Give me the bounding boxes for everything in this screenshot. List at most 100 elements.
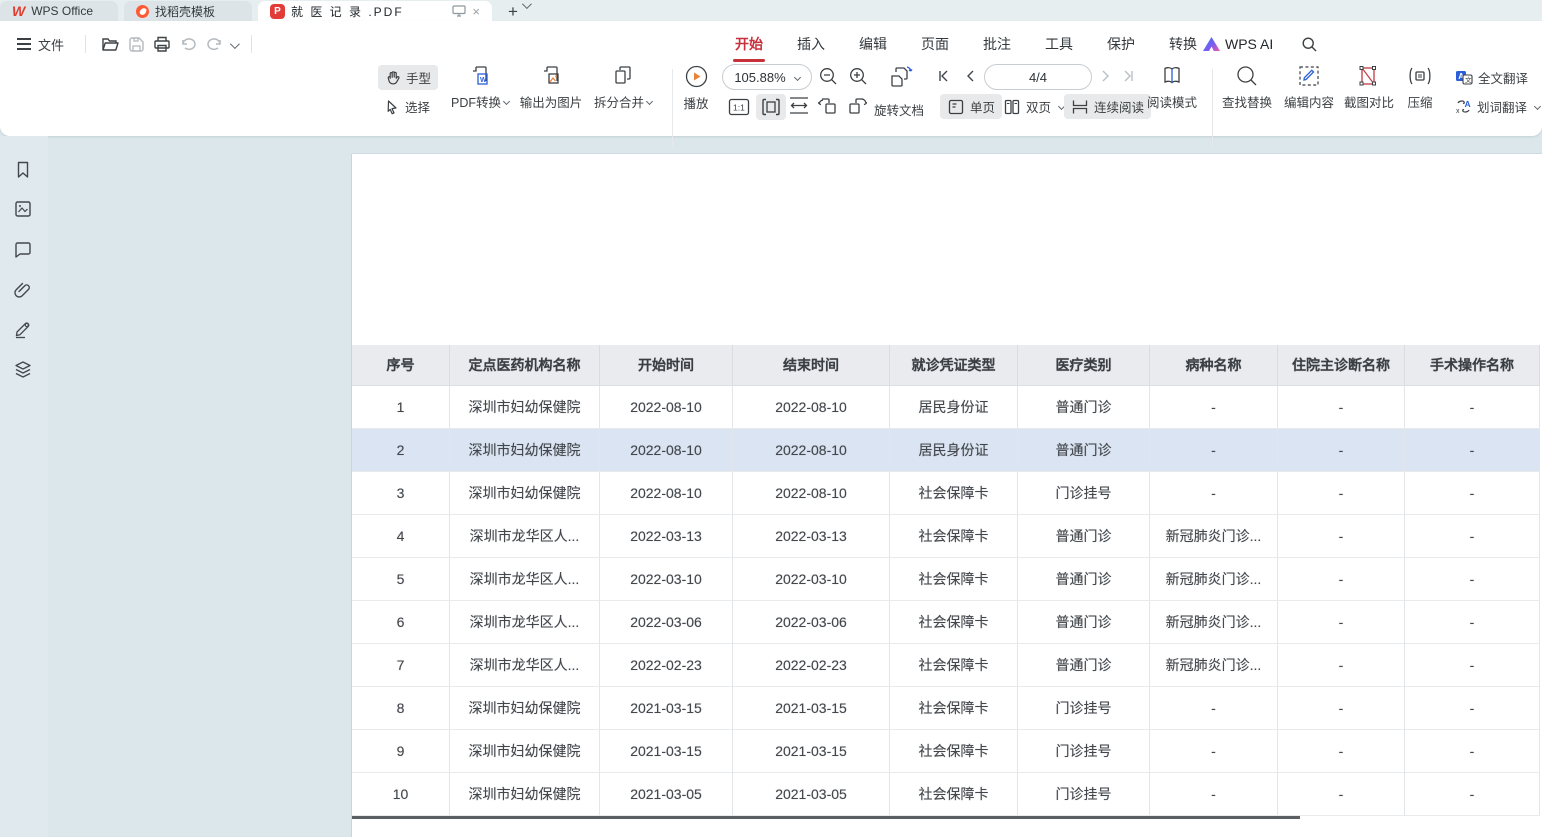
redo-icon[interactable]	[204, 34, 224, 54]
tab-document-pdf[interactable]: P 就 医 记 录 .PDF ×	[258, 1, 492, 21]
table-cell: -	[1150, 472, 1278, 515]
first-page-button[interactable]	[936, 69, 950, 83]
table-row[interactable]: 4深圳市龙华区人...2022-03-132022-03-13社会保障卡普通门诊…	[352, 515, 1541, 558]
tab-docer-templates[interactable]: 找稻壳模板	[124, 1, 252, 21]
tab-convert[interactable]: 转换	[1167, 30, 1199, 58]
compress-button[interactable]: 压缩	[1398, 64, 1442, 111]
word-translate-button[interactable]: xA 划词翻译	[1448, 94, 1542, 119]
table-row[interactable]: 9深圳市妇幼保健院2021-03-152021-03-15社会保障卡门诊挂号--…	[352, 730, 1541, 773]
table-row[interactable]: 3深圳市妇幼保健院2022-08-102022-08-10社会保障卡门诊挂号--…	[352, 472, 1541, 515]
table-cell: 新冠肺炎门诊...	[1150, 558, 1278, 601]
split-merge-label: 拆分合并	[594, 92, 652, 111]
read-mode-button[interactable]: 阅读模式	[1141, 64, 1203, 111]
edit-content-button[interactable]: 编辑内容	[1280, 64, 1338, 111]
table-cell: -	[1278, 601, 1405, 644]
export-image-button[interactable]: 输出为图片	[516, 64, 586, 111]
play-button[interactable]: 播放	[678, 64, 714, 112]
file-menu-button[interactable]: 文件	[10, 32, 71, 57]
table-cell: 2021-03-05	[733, 773, 890, 816]
table-header-cell: 就诊凭证类型	[890, 345, 1018, 386]
fit-page-button[interactable]	[756, 94, 786, 120]
tab-tools[interactable]: 工具	[1043, 30, 1075, 58]
double-page-button[interactable]: 双页	[996, 94, 1071, 119]
table-row[interactable]: 2深圳市妇幼保健院2022-08-102022-08-10居民身份证普通门诊--…	[352, 429, 1541, 472]
prev-page-button[interactable]	[964, 69, 976, 83]
screenshot-compare-button[interactable]: 截图对比	[1340, 64, 1398, 111]
rotate-left-button[interactable]	[818, 96, 839, 116]
rotate-doc-button[interactable]	[888, 64, 915, 90]
fit-page-icon	[761, 97, 781, 117]
table-cell: 2022-08-10	[600, 472, 733, 515]
attachments-panel-icon[interactable]	[13, 280, 33, 300]
table-row[interactable]: 7深圳市龙华区人...2022-02-232022-02-23社会保障卡普通门诊…	[352, 644, 1541, 687]
hand-tool-button[interactable]: 手型	[378, 65, 438, 90]
split-merge-button[interactable]: 拆分合并	[588, 64, 658, 111]
pdf-page[interactable]: 序号定点医药机构名称开始时间结束时间就诊凭证类型医疗类别病种名称住院主诊断名称手…	[352, 154, 1542, 837]
close-tab-icon[interactable]: ×	[472, 4, 480, 19]
table-cell: 1	[352, 386, 450, 429]
table-row[interactable]: 1深圳市妇幼保健院2022-08-102022-08-10居民身份证普通门诊--…	[352, 386, 1541, 429]
pdf-convert-button[interactable]: W PDF转换	[446, 64, 514, 111]
table-cell: 2022-08-10	[733, 472, 890, 515]
zoom-in-button[interactable]	[848, 66, 869, 87]
search-menu-icon[interactable]	[1301, 36, 1318, 53]
tab-insert[interactable]: 插入	[795, 30, 827, 58]
zoom-level-select[interactable]: 105.88%	[722, 64, 812, 90]
tab-home[interactable]: 开始	[733, 30, 765, 58]
table-cell: 普通门诊	[1018, 386, 1150, 429]
tab-edit[interactable]: 编辑	[857, 30, 889, 58]
table-cell: 社会保障卡	[890, 472, 1018, 515]
layers-panel-icon[interactable]	[13, 359, 33, 379]
rotate-right-button[interactable]	[846, 96, 867, 116]
new-tab-button[interactable]: +	[508, 5, 518, 19]
next-page-button[interactable]	[1100, 69, 1112, 83]
table-cell: -	[1405, 730, 1540, 773]
quick-access-chevron-icon[interactable]	[230, 37, 237, 52]
actual-size-button[interactable]: 1:1	[728, 97, 750, 117]
record-table: 序号定点医药机构名称开始时间结束时间就诊凭证类型医疗类别病种名称住院主诊断名称手…	[352, 345, 1541, 816]
open-file-icon[interactable]	[100, 34, 120, 54]
undo-icon[interactable]	[178, 34, 198, 54]
tab-page[interactable]: 页面	[919, 30, 951, 58]
bookmarks-panel-icon[interactable]	[13, 160, 33, 180]
comments-panel-icon[interactable]	[13, 240, 33, 260]
continuous-read-button[interactable]: 连续阅读	[1064, 94, 1151, 119]
present-monitor-icon[interactable]	[452, 5, 466, 17]
thumbnails-panel-icon[interactable]	[13, 199, 33, 219]
table-cell: 深圳市妇幼保健院	[450, 472, 600, 515]
table-row[interactable]: 5深圳市龙华区人...2022-03-102022-03-10社会保障卡普通门诊…	[352, 558, 1541, 601]
cursor-icon	[385, 99, 400, 115]
table-row[interactable]: 8深圳市妇幼保健院2021-03-152021-03-15社会保障卡门诊挂号--…	[352, 687, 1541, 730]
single-page-button[interactable]: 单页	[940, 94, 1002, 119]
table-cell: 社会保障卡	[890, 601, 1018, 644]
zoom-out-button[interactable]	[818, 66, 839, 87]
wps-logo-icon: W	[12, 3, 25, 19]
table-cell: 新冠肺炎门诊...	[1150, 644, 1278, 687]
tab-comment[interactable]: 批注	[981, 30, 1013, 58]
rotate-doc-label[interactable]: 旋转文档	[874, 100, 924, 119]
page-indicator-input[interactable]: 4/4	[984, 64, 1092, 90]
full-translate-button[interactable]: A文 全文翻译	[1448, 65, 1535, 90]
table-cell: -	[1278, 773, 1405, 816]
table-header-row: 序号定点医药机构名称开始时间结束时间就诊凭证类型医疗类别病种名称住院主诊断名称手…	[352, 345, 1541, 386]
table-body: 1深圳市妇幼保健院2022-08-102022-08-10居民身份证普通门诊--…	[352, 386, 1541, 816]
save-icon[interactable]	[126, 34, 146, 54]
table-row[interactable]: 6深圳市龙华区人...2022-03-062022-03-06社会保障卡普通门诊…	[352, 601, 1541, 644]
table-cell: 深圳市妇幼保健院	[450, 773, 600, 816]
table-header-cell: 序号	[352, 345, 450, 386]
print-icon[interactable]	[152, 34, 172, 54]
tab-wps-office[interactable]: W WPS Office	[0, 1, 118, 21]
table-row[interactable]: 10深圳市妇幼保健院2021-03-052021-03-05社会保障卡门诊挂号-…	[352, 773, 1541, 816]
select-tool-button[interactable]: 选择	[378, 94, 437, 119]
table-cell: -	[1405, 644, 1540, 687]
wps-ai-button[interactable]: WPS AI	[1196, 33, 1280, 55]
fit-width-icon	[788, 97, 810, 114]
tab-protect[interactable]: 保护	[1105, 30, 1137, 58]
fit-width-button[interactable]	[788, 97, 810, 114]
table-cell: 2022-03-13	[733, 515, 890, 558]
table-header-cell: 定点医药机构名称	[450, 345, 600, 386]
signature-panel-icon[interactable]	[13, 319, 33, 339]
last-page-button[interactable]	[1122, 69, 1136, 83]
find-replace-button[interactable]: 查找替换	[1218, 64, 1276, 111]
tab-list-chevron-icon[interactable]	[522, 0, 529, 14]
